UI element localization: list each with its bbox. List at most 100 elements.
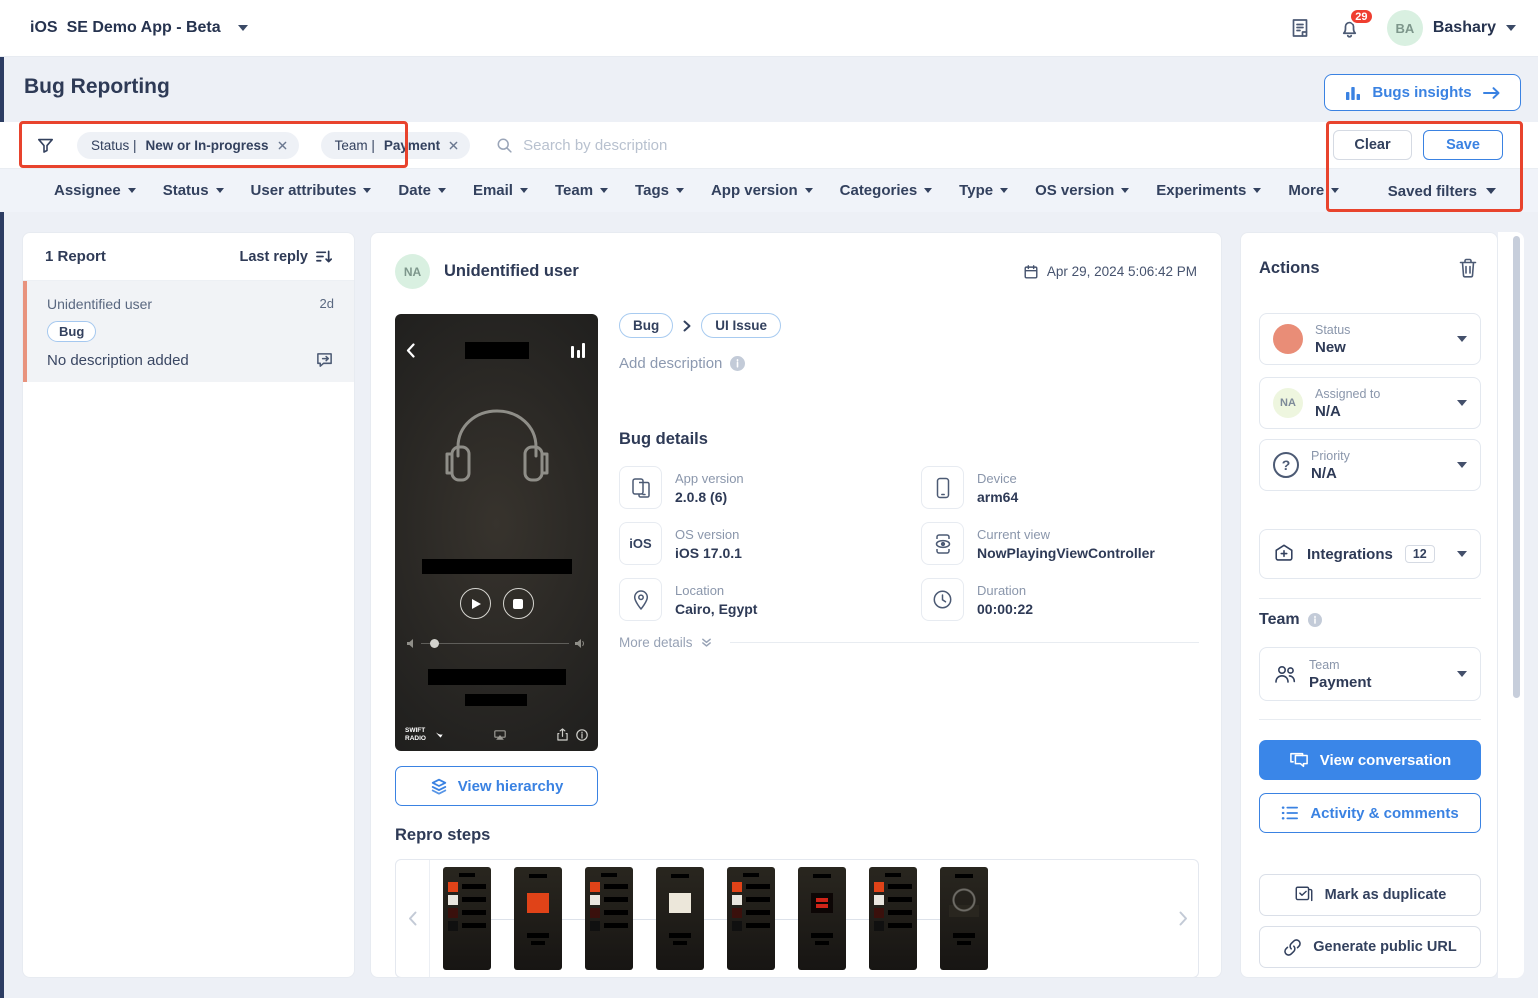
search-input[interactable] <box>523 136 944 154</box>
filter-dropdown-row: Assignee Status User attributes Date Ema… <box>0 168 1538 212</box>
repro-step-thumbnail[interactable] <box>798 867 846 970</box>
detail-duration: Duration 00:00:22 <box>921 576 1199 623</box>
filter-app-version[interactable]: App version <box>711 182 813 199</box>
report-tag-badge: Bug <box>47 321 97 342</box>
bar-chart-icon <box>1344 84 1362 102</box>
layers-icon <box>430 777 448 795</box>
app-switcher[interactable]: iOS SE Demo App - Beta <box>30 19 248 37</box>
filter-assignee[interactable]: Assignee <box>54 182 136 199</box>
priority-dropdown[interactable]: PriorityN/A <box>1259 439 1481 491</box>
category-chip-bug[interactable]: Bug <box>619 313 674 338</box>
filter-categories[interactable]: Categories <box>840 182 933 199</box>
filter-tags[interactable]: Tags <box>635 182 684 199</box>
save-button[interactable]: Save <box>1423 130 1503 160</box>
add-description-action[interactable]: Add description <box>619 355 1199 372</box>
search-icon <box>496 137 513 154</box>
repro-step-thumbnail[interactable] <box>940 867 988 970</box>
category-chip-ui-issue[interactable]: UI Issue <box>701 313 782 338</box>
filter-os-version[interactable]: OS version <box>1035 182 1130 199</box>
status-dropdown[interactable]: Status New <box>1259 313 1481 365</box>
scrollbar-track <box>1498 232 1524 978</box>
sort-control[interactable]: Last reply <box>240 249 332 265</box>
repro-step-thumbnail[interactable] <box>727 867 775 970</box>
reports-list-panel: 1 Report Last reply Unidentified user 2d… <box>22 232 355 978</box>
filter-experiments[interactable]: Experiments <box>1156 182 1262 199</box>
view-hierarchy-button[interactable]: View hierarchy <box>395 766 598 806</box>
chevron-down-icon <box>675 188 684 193</box>
bug-screenshot[interactable]: SWIFT RADIO <box>395 314 598 751</box>
redacted-bar <box>465 694 527 706</box>
divider <box>729 642 1199 643</box>
filter-toolbar: Status | New or In-progress Team | Payme… <box>0 122 1538 168</box>
filter-status[interactable]: Status <box>163 182 224 199</box>
volume-slider <box>407 638 586 648</box>
chevron-down-icon <box>127 188 136 193</box>
generate-url-button[interactable]: Generate public URL <box>1259 926 1481 968</box>
comment-reply-icon[interactable] <box>315 351 334 369</box>
trash-icon[interactable] <box>1459 258 1477 278</box>
scrollbar-thumb[interactable] <box>1513 236 1520 698</box>
question-mark-icon <box>1273 452 1299 478</box>
chip-value: Payment <box>383 137 441 153</box>
speaker-high-icon <box>575 639 584 648</box>
filter-more[interactable]: More <box>1288 182 1340 199</box>
user-menu[interactable]: BA Bashary <box>1386 10 1516 46</box>
integrations-dropdown[interactable]: Integrations 12 <box>1259 529 1481 579</box>
clock-icon <box>921 578 964 621</box>
bugs-insights-button[interactable]: Bugs insights <box>1324 74 1521 111</box>
team-section-title: Team <box>1259 611 1300 628</box>
filter-user-attributes[interactable]: User attributes <box>251 182 372 199</box>
user-name: Bashary <box>1432 19 1496 36</box>
detail-current-view: Current view NowPlayingViewController <box>921 520 1199 567</box>
actions-title: Actions <box>1259 258 1320 277</box>
assignee-dropdown[interactable]: NA Assigned to N/A <box>1259 377 1481 429</box>
repro-step-thumbnail[interactable] <box>443 867 491 970</box>
saved-filters-dropdown[interactable]: Saved filters <box>1388 169 1496 213</box>
chevron-down-icon <box>1457 400 1467 406</box>
chevron-right-icon <box>1179 911 1187 926</box>
repro-step-thumbnail[interactable] <box>585 867 633 970</box>
filter-date[interactable]: Date <box>398 182 446 199</box>
chevron-down-icon <box>804 188 813 193</box>
chevron-right-icon <box>683 320 691 332</box>
chip-value: New or In-progress <box>145 137 269 153</box>
chevron-down-icon <box>1486 188 1496 194</box>
detail-os-version: iOS OS version iOS 17.0.1 <box>619 520 921 567</box>
activity-comments-button[interactable]: Activity & comments <box>1259 793 1481 833</box>
filter-chip-team[interactable]: Team | Payment <box>320 131 471 159</box>
report-list-item[interactable]: Unidentified user 2d Bug No description … <box>23 281 354 382</box>
team-dropdown[interactable]: Team Payment <box>1259 647 1481 701</box>
close-icon[interactable] <box>449 141 458 150</box>
filter-team[interactable]: Team <box>555 182 609 199</box>
view-conversation-button[interactable]: View conversation <box>1259 740 1481 780</box>
info-icon <box>576 728 588 741</box>
chip-label: Status | <box>91 137 137 153</box>
link-icon <box>1283 938 1302 957</box>
carousel-next-button[interactable] <box>1168 860 1198 977</box>
clear-button[interactable]: Clear <box>1333 130 1412 160</box>
close-icon[interactable] <box>278 141 287 150</box>
assignee-avatar: NA <box>1273 388 1303 418</box>
notifications-button[interactable]: 29 <box>1337 8 1374 41</box>
integration-plus-icon <box>1273 543 1295 565</box>
repro-step-thumbnail[interactable] <box>869 867 917 970</box>
app-version-icon <box>619 466 662 509</box>
filter-chip-status[interactable]: Status | New or In-progress <box>77 131 299 159</box>
filter-email[interactable]: Email <box>473 182 528 199</box>
repro-step-thumbnail[interactable] <box>656 867 704 970</box>
more-details-toggle[interactable]: More details <box>619 635 1199 650</box>
chevron-down-icon <box>437 188 446 193</box>
actions-panel: Actions StatusNew NA Assigned toN/A Prio… <box>1240 232 1498 978</box>
filter-type[interactable]: Type <box>959 182 1009 199</box>
report-timestamp: Apr 29, 2024 5:06:42 PM <box>1046 264 1197 279</box>
carousel-prev-button[interactable] <box>396 860 430 977</box>
chevron-down-icon <box>519 188 528 193</box>
stop-button-icon <box>502 588 534 619</box>
report-age: 2d <box>319 296 334 311</box>
ios-icon: iOS <box>619 522 662 565</box>
mark-duplicate-button[interactable]: Mark as duplicate <box>1259 874 1481 916</box>
airplay-icon <box>494 729 506 740</box>
reporter-avatar: NA <box>395 254 430 289</box>
release-notes-button[interactable] <box>1287 15 1313 41</box>
repro-step-thumbnail[interactable] <box>514 867 562 970</box>
